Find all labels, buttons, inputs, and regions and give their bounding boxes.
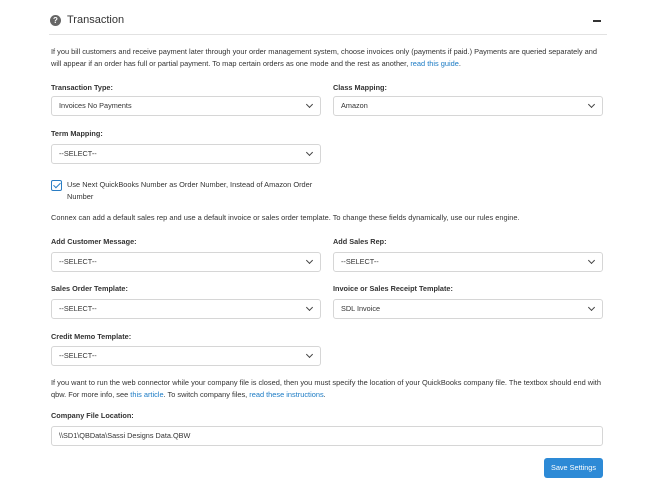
help-icon[interactable]: ? <box>50 15 61 26</box>
intro-paragraph: If you bill customers and receive paymen… <box>51 46 606 70</box>
add-sales-rep-label: Add Sales Rep: <box>333 237 387 246</box>
sales-order-template-label: Sales Order Template: <box>51 284 128 293</box>
class-mapping-label: Class Mapping: <box>333 83 387 92</box>
intro-text: If you bill customers and receive paymen… <box>51 47 597 68</box>
header-divider <box>49 34 607 35</box>
sales-order-template-value: --SELECT-- <box>59 304 97 313</box>
credit-memo-template-select[interactable]: --SELECT-- <box>51 346 321 366</box>
chevron-down-icon <box>587 100 596 109</box>
transaction-type-select[interactable]: Invoices No Payments <box>51 96 321 116</box>
invoice-template-select[interactable]: SDL Invoice <box>333 299 603 319</box>
chevron-down-icon <box>305 100 314 109</box>
order-number-checkbox-label: Use Next QuickBooks Number as Order Numb… <box>67 179 347 202</box>
note-text: . To switch company files, <box>163 390 250 399</box>
checkmark-icon <box>53 180 61 189</box>
add-customer-message-value: --SELECT-- <box>59 257 97 266</box>
defaults-paragraph: Connex can add a default sales rep and u… <box>51 213 520 222</box>
order-number-checkbox[interactable] <box>51 180 62 191</box>
chevron-down-icon <box>305 256 314 265</box>
chevron-down-icon <box>305 148 314 157</box>
term-mapping-value: --SELECT-- <box>59 149 97 158</box>
company-file-note-line1: If you want to run the web connector whi… <box>51 378 601 387</box>
this-article-link[interactable]: this article <box>130 390 163 399</box>
collapse-icon[interactable] <box>593 20 601 22</box>
read-this-guide-link[interactable]: read this guide <box>410 59 458 68</box>
sales-order-template-select[interactable]: --SELECT-- <box>51 299 321 319</box>
company-file-note-line2: qbw. For more info, see this article. To… <box>51 389 611 401</box>
company-file-location-input[interactable]: \\SD1\QBData\Sassi Designs Data.QBW <box>51 426 603 446</box>
transaction-type-label: Transaction Type: <box>51 83 113 92</box>
class-mapping-select[interactable]: Amazon <box>333 96 603 116</box>
chevron-down-icon <box>587 256 596 265</box>
add-customer-message-select[interactable]: --SELECT-- <box>51 252 321 272</box>
term-mapping-select[interactable]: --SELECT-- <box>51 144 321 164</box>
section-title: Transaction <box>67 14 125 26</box>
add-sales-rep-value: --SELECT-- <box>341 257 379 266</box>
note-text: qbw. For more info, see <box>51 390 131 399</box>
class-mapping-value: Amazon <box>341 101 368 110</box>
company-file-note: If you want to run the web connector whi… <box>51 377 611 401</box>
term-mapping-label: Term Mapping: <box>51 129 103 138</box>
chevron-down-icon <box>305 303 314 312</box>
save-settings-button[interactable]: Save Settings <box>544 458 603 478</box>
company-file-location-label: Company File Location: <box>51 411 134 420</box>
add-customer-message-label: Add Customer Message: <box>51 237 137 246</box>
checkbox-label-line1: Use Next QuickBooks Number as Order Numb… <box>67 180 313 189</box>
chevron-down-icon <box>587 303 596 312</box>
note-text: . <box>323 390 326 399</box>
intro-after: . <box>458 59 461 68</box>
credit-memo-template-label: Credit Memo Template: <box>51 332 132 341</box>
invoice-template-value: SDL Invoice <box>341 304 381 313</box>
read-these-instructions-link[interactable]: read these instructions <box>249 390 323 399</box>
checkbox-label-line2: Number <box>67 191 94 201</box>
chevron-down-icon <box>305 350 314 359</box>
invoice-template-label: Invoice or Sales Receipt Template: <box>333 284 453 293</box>
add-sales-rep-select[interactable]: --SELECT-- <box>333 252 603 272</box>
transaction-type-value: Invoices No Payments <box>59 101 132 110</box>
credit-memo-template-value: --SELECT-- <box>59 351 97 360</box>
